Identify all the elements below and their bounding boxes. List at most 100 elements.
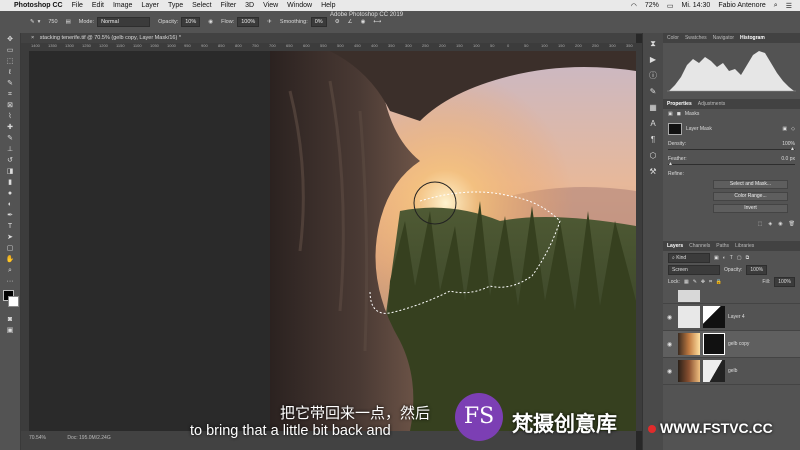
close-tab-icon[interactable]: × <box>31 35 34 41</box>
layer-mask-thumbnail[interactable] <box>703 306 725 328</box>
menu-type[interactable]: Type <box>168 2 183 9</box>
layer-kind-filter[interactable]: ⌕ Kind <box>668 253 710 263</box>
wifi-icon[interactable]: ◠ <box>631 2 637 10</box>
tab-layers[interactable]: Layers <box>667 243 683 249</box>
tab-adjustments[interactable]: Adjustments <box>698 101 726 107</box>
move-tool-icon[interactable]: ✥ <box>4 36 16 44</box>
paragraph-icon[interactable]: ¶ <box>648 135 658 145</box>
select-and-mask-button[interactable]: Select and Mask... <box>713 180 788 189</box>
path-select-icon[interactable]: ➤ <box>4 234 16 242</box>
mask-thumbnail[interactable] <box>668 123 682 135</box>
filter-adjust-icon[interactable]: ◐ <box>723 255 726 261</box>
brush-settings-icon[interactable]: ▤ <box>66 19 71 25</box>
mode-select[interactable]: Normal <box>97 17 151 27</box>
styles-icon[interactable]: ▦ <box>648 103 658 113</box>
tab-swatches[interactable]: Swatches <box>685 35 707 41</box>
density-slider[interactable]: ▲ <box>668 146 795 152</box>
tab-properties[interactable]: Properties <box>667 101 692 107</box>
tool-presets-icon[interactable]: ⚒ <box>648 167 658 177</box>
layer-visibility-icon[interactable]: ◉ <box>667 341 675 348</box>
actions-icon[interactable]: ▶ <box>648 55 658 65</box>
layer-name[interactable]: Layer 4 <box>728 314 745 320</box>
doc-info[interactable]: Doc: 195.0M/2.24G <box>67 435 110 441</box>
layer-row[interactable]: ◉ gelb <box>663 358 800 385</box>
background-color-swatch[interactable] <box>8 296 19 307</box>
symmetry-icon[interactable]: ⟷ <box>373 19 381 25</box>
tab-paths[interactable]: Paths <box>716 243 729 249</box>
feather-value[interactable]: 0.0 px <box>781 156 795 162</box>
zoom-level[interactable]: 70.54% <box>29 435 46 441</box>
history-icon[interactable]: ⧗ <box>648 39 658 49</box>
tab-navigator[interactable]: Navigator <box>713 35 734 41</box>
gradient-tool-icon[interactable]: ▮ <box>4 179 16 187</box>
pressure-opacity-icon[interactable]: ◉ <box>208 19 213 25</box>
info-icon[interactable]: ⓘ <box>648 71 658 81</box>
fill-field[interactable]: 100% <box>774 277 795 287</box>
blur-tool-icon[interactable]: ● <box>4 190 16 198</box>
airbrush-icon[interactable]: ✈ <box>267 19 272 25</box>
add-vector-mask-icon[interactable]: ◇ <box>791 126 795 132</box>
history-brush-icon[interactable]: ↺ <box>4 157 16 165</box>
lock-all-icon[interactable]: 🔒 <box>716 279 722 285</box>
pressure-size-icon[interactable]: ◉ <box>361 19 366 25</box>
menu-help[interactable]: Help <box>321 2 335 9</box>
battery-percent[interactable]: 72% <box>645 2 659 9</box>
layer-row[interactable]: ◉ Layer 4 <box>663 304 800 331</box>
menu-app[interactable]: Photoshop CC <box>14 2 63 9</box>
type-tool-icon[interactable]: T <box>4 223 16 231</box>
lock-artboard-icon[interactable]: ⌗ <box>709 279 712 285</box>
layer-row-selected[interactable]: ◉ gelb copy <box>663 331 800 358</box>
tab-color[interactable]: Color <box>667 35 679 41</box>
vector-mask-icon[interactable]: ◼ <box>677 111 681 117</box>
user-name[interactable]: Fabio Antenore <box>718 2 765 9</box>
menu-select[interactable]: Select <box>192 2 211 9</box>
lock-brush-icon[interactable]: ✎ <box>693 279 697 285</box>
lock-move-icon[interactable]: ✥ <box>701 279 705 285</box>
screen-mode-icon[interactable]: ▣ <box>4 327 16 335</box>
layer-visibility-icon[interactable]: ◉ <box>667 368 675 375</box>
character-icon[interactable]: A <box>648 119 658 129</box>
invert-button[interactable]: Invert <box>713 204 788 213</box>
layer-opacity-field[interactable]: 100% <box>746 265 768 275</box>
blend-mode-select[interactable]: Screen <box>668 265 720 275</box>
menu-window[interactable]: Window <box>287 2 312 9</box>
menu-3d[interactable]: 3D <box>245 2 254 9</box>
quick-select-tool-icon[interactable]: ✎ <box>4 80 16 88</box>
load-selection-icon[interactable]: ⬚ <box>758 221 763 227</box>
menu-file[interactable]: File <box>72 2 83 9</box>
menu-edit[interactable]: Edit <box>92 2 104 9</box>
brush-tool-icon[interactable]: ✎ <box>4 135 16 143</box>
lasso-tool-icon[interactable]: ℓ <box>4 69 16 77</box>
feather-slider[interactable]: ▲ <box>668 161 795 167</box>
marquee-tool-icon[interactable]: ⬚ <box>4 58 16 66</box>
select-pixel-mask-icon[interactable]: ▣ <box>782 126 787 132</box>
eyedropper-tool-icon[interactable]: ⌇ <box>4 113 16 121</box>
tab-channels[interactable]: Channels <box>689 243 710 249</box>
hand-tool-icon[interactable]: ✋ <box>4 256 16 264</box>
apply-mask-icon[interactable]: ◈ <box>768 221 772 227</box>
eraser-tool-icon[interactable]: ◨ <box>4 168 16 176</box>
angle-icon[interactable]: ∠ <box>348 19 353 25</box>
vertical-ruler[interactable] <box>21 51 29 431</box>
tab-histogram[interactable]: Histogram <box>740 35 765 41</box>
color-range-button[interactable]: Color Range... <box>713 192 788 201</box>
color-swatches[interactable] <box>3 290 19 312</box>
quick-mask-icon[interactable]: ◙ <box>4 316 16 324</box>
feather-slider-handle[interactable]: ▲ <box>668 161 673 167</box>
filter-shape-icon[interactable]: ▢ <box>737 255 742 261</box>
stamp-tool-icon[interactable]: ⊥ <box>4 146 16 154</box>
clock[interactable]: Mi. 14:30 <box>682 2 711 9</box>
menu-layer[interactable]: Layer <box>141 2 159 9</box>
menu-filter[interactable]: Filter <box>221 2 237 9</box>
pen-tool-icon[interactable]: ✒ <box>4 212 16 220</box>
lock-pixels-icon[interactable]: ▦ <box>684 279 689 285</box>
filter-type-icon[interactable]: T <box>730 255 733 261</box>
layer-row-partial[interactable] <box>663 289 800 304</box>
shape-tool-icon[interactable]: ▢ <box>4 245 16 253</box>
filter-pixel-icon[interactable]: ▣ <box>714 255 719 261</box>
smoothing-settings-icon[interactable]: ⚙ <box>335 19 340 25</box>
menu-image[interactable]: Image <box>113 2 132 9</box>
brush-size-picker[interactable]: 750 <box>48 19 57 25</box>
menu-view[interactable]: View <box>263 2 278 9</box>
layer-name[interactable]: gelb <box>728 368 737 374</box>
